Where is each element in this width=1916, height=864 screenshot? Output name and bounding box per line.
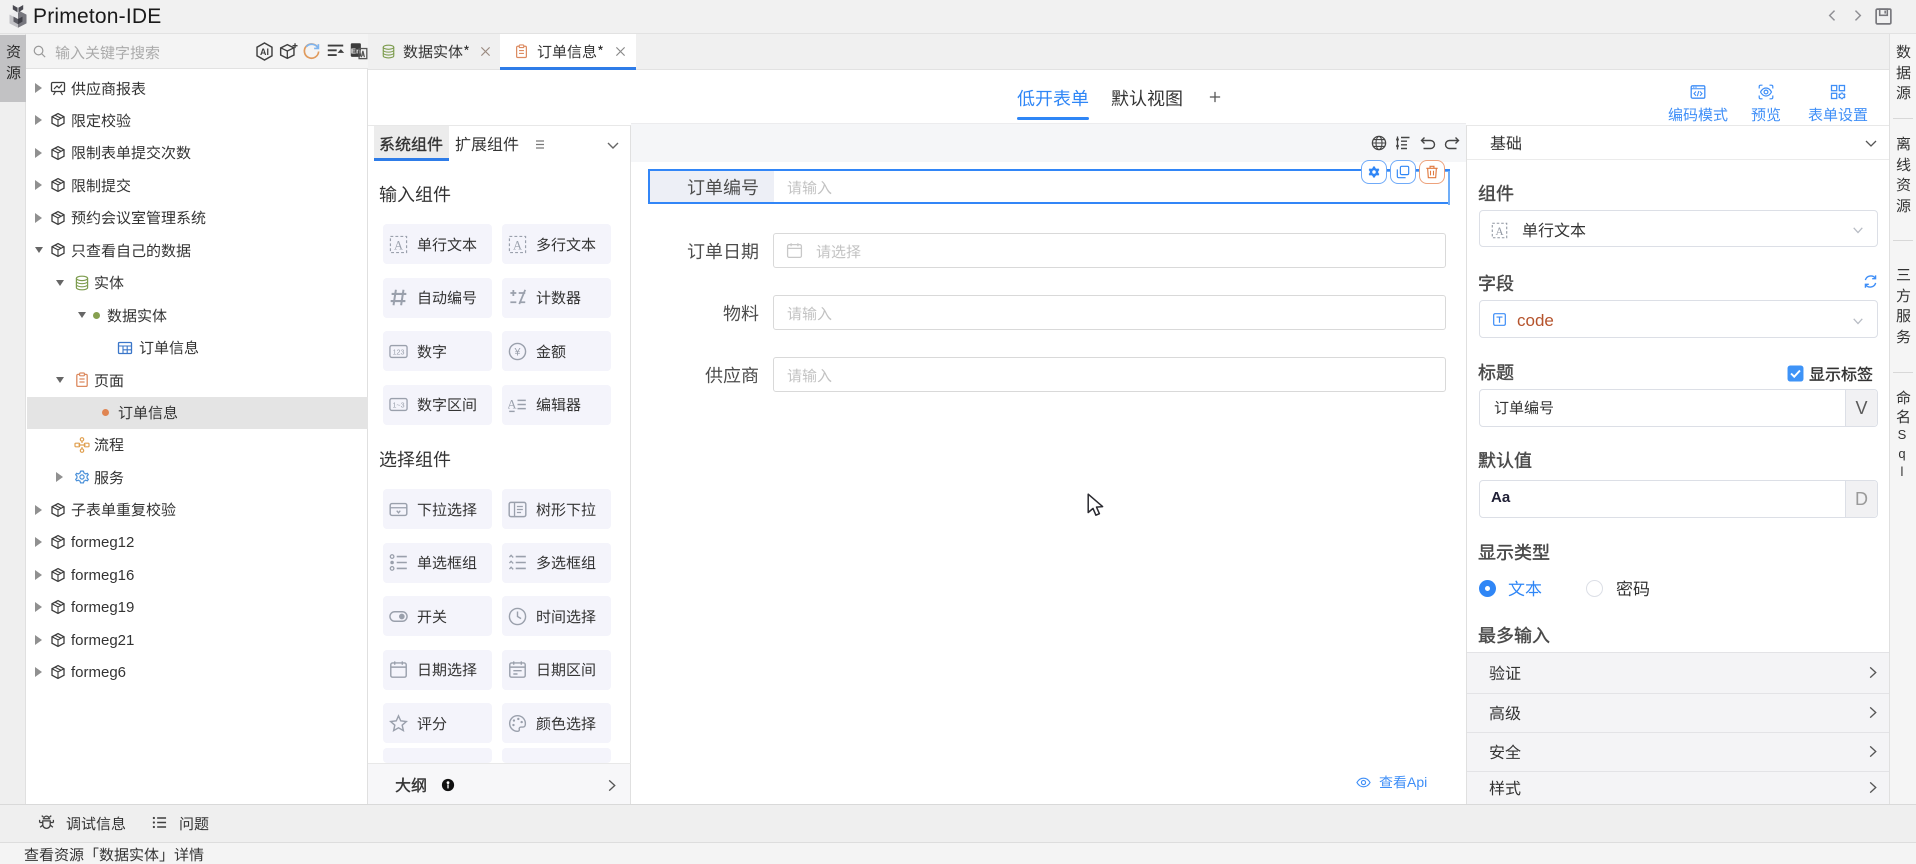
svg-text:¥: ¥ — [514, 346, 521, 358]
svg-text:A: A — [508, 397, 517, 412]
svg-text:1~3: 1~3 — [392, 401, 404, 409]
svg-text:AI: AI — [260, 47, 269, 57]
svg-text:A: A — [394, 238, 403, 252]
svg-text:123: 123 — [393, 348, 405, 356]
svg-text:A: A — [1495, 226, 1503, 238]
svg-text:A: A — [513, 238, 522, 252]
